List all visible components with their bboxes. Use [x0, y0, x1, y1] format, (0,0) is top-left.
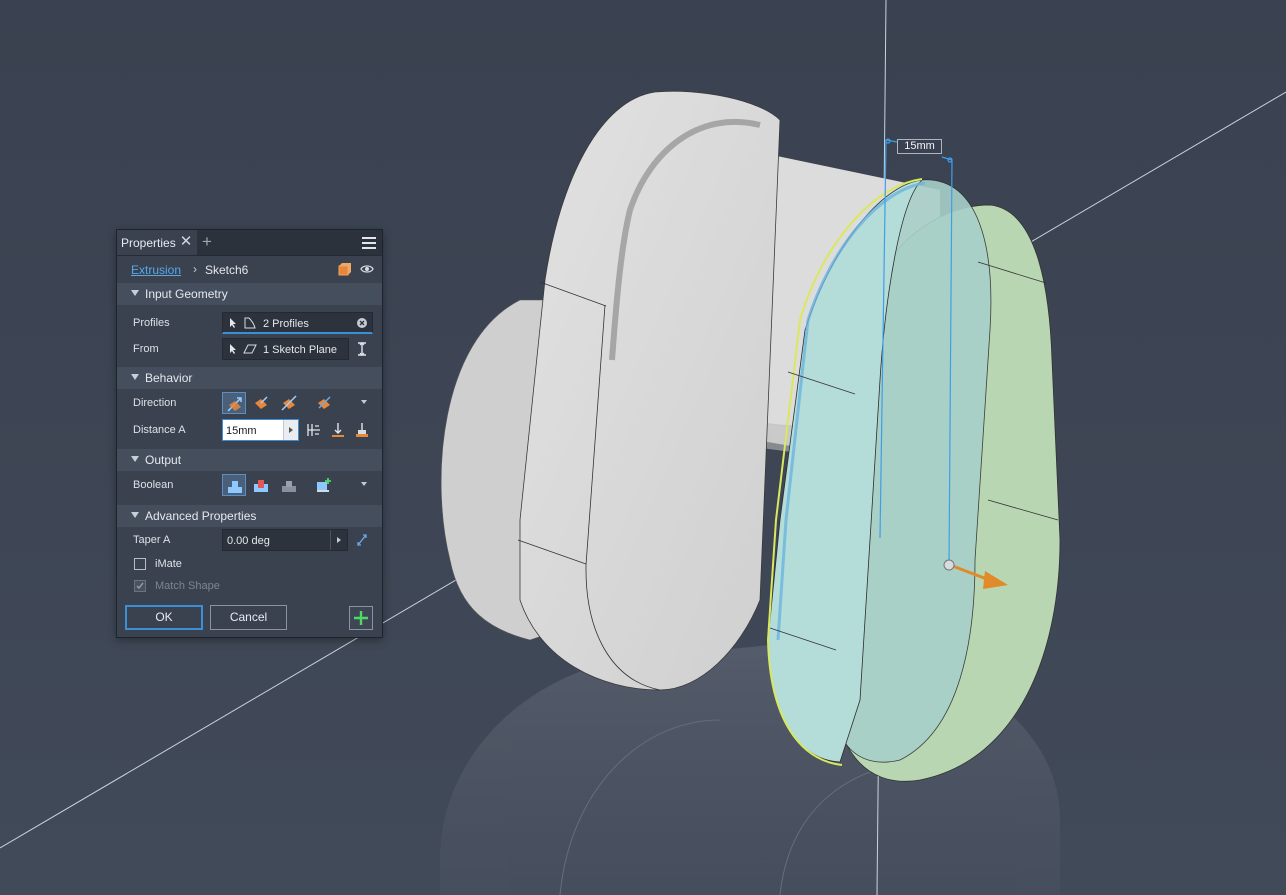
section-title: Behavior	[145, 371, 193, 385]
taper-a-arrow[interactable]	[330, 530, 347, 550]
distance-a-row: Distance A 15mm	[117, 419, 384, 443]
collapse-triangle-icon[interactable]	[131, 512, 139, 518]
clear-selection-icon[interactable]	[356, 317, 368, 329]
direction-default-button[interactable]	[222, 392, 246, 414]
imate-row: iMate	[117, 553, 384, 577]
through-all-button[interactable]	[350, 419, 374, 441]
direction-flipped-button[interactable]	[249, 392, 273, 414]
panel-tabbar: Properties ✕ +	[117, 230, 382, 256]
direction-label: Direction	[133, 397, 177, 409]
taper-a-label: Taper A	[133, 534, 171, 546]
imate-label: iMate	[155, 558, 182, 570]
add-tab-icon[interactable]: +	[202, 233, 216, 250]
dimension-label[interactable]: 15mm	[897, 139, 942, 154]
from-selector[interactable]: 1 Sketch Plane	[222, 338, 349, 360]
imate-checkbox[interactable]	[134, 558, 146, 570]
direction-symmetric-button[interactable]	[277, 392, 301, 414]
apply-and-new-button[interactable]	[349, 606, 373, 630]
direction-row: Direction	[117, 392, 384, 416]
to-extent-button[interactable]	[326, 419, 350, 441]
profiles-value: 2 Profiles	[263, 318, 309, 330]
visibility-eye-icon[interactable]	[360, 263, 374, 275]
boolean-label: Boolean	[133, 479, 174, 491]
boolean-cut-button[interactable]	[249, 474, 273, 496]
taper-a-value: 0.00 deg	[227, 535, 270, 547]
section-title: Output	[145, 453, 182, 467]
section-title: Advanced Properties	[145, 509, 257, 523]
properties-panel: Properties ✕ + Extrusion › Sketch6 Input…	[116, 229, 383, 638]
section-advanced-properties[interactable]: Advanced Properties	[117, 505, 382, 527]
section-input-geometry[interactable]: Input Geometry	[117, 283, 382, 305]
chevron-down-icon[interactable]	[361, 400, 367, 404]
ok-button[interactable]: OK	[125, 605, 203, 630]
select-cursor-icon	[230, 318, 236, 328]
from-value: 1 Sketch Plane	[263, 344, 337, 356]
boolean-new-solid-button[interactable]	[312, 474, 336, 496]
flip-taper-icon[interactable]	[355, 532, 369, 548]
taper-a-input[interactable]: 0.00 deg	[222, 529, 348, 551]
breadcrumb-feature-link[interactable]: Extrusion	[131, 263, 181, 277]
match-shape-checkbox	[134, 580, 146, 592]
distance-a-value: 15mm	[226, 425, 257, 437]
profiles-label: Profiles	[133, 317, 170, 329]
tab-title: Properties	[121, 235, 176, 250]
boolean-row: Boolean	[117, 474, 384, 498]
close-icon[interactable]: ✕	[179, 234, 193, 249]
distance-a-arrow[interactable]	[283, 420, 298, 440]
match-shape-row: Match Shape	[117, 575, 384, 599]
cancel-button[interactable]: Cancel	[210, 605, 287, 630]
breadcrumb-sketch: Sketch6	[205, 263, 249, 277]
match-shape-label: Match Shape	[155, 580, 220, 592]
distance-extent-button[interactable]	[302, 419, 326, 441]
breadcrumb-separator: ›	[193, 262, 197, 276]
chevron-down-icon[interactable]	[361, 482, 367, 486]
taper-a-row: Taper A 0.00 deg	[117, 529, 384, 553]
distance-a-label: Distance A	[133, 424, 186, 436]
breadcrumb: Extrusion › Sketch6	[117, 256, 382, 283]
boolean-join-button[interactable]	[222, 474, 246, 496]
flip-direction-icon[interactable]	[355, 341, 369, 357]
profile-icon	[244, 317, 256, 329]
direction-asymmetric-button[interactable]	[312, 392, 336, 414]
select-cursor-icon	[230, 344, 236, 354]
collapse-triangle-icon[interactable]	[131, 290, 139, 296]
profiles-row: Profiles 2 Profiles	[117, 312, 384, 336]
collapse-triangle-icon[interactable]	[131, 374, 139, 380]
hamburger-menu-icon[interactable]	[362, 237, 376, 249]
collapse-triangle-icon[interactable]	[131, 456, 139, 462]
plus-icon	[354, 611, 368, 625]
from-label: From	[133, 343, 159, 355]
section-behavior[interactable]: Behavior	[117, 367, 382, 389]
distance-a-input[interactable]: 15mm	[222, 419, 299, 441]
from-row: From 1 Sketch Plane	[117, 338, 384, 362]
section-output[interactable]: Output	[117, 449, 382, 471]
preview-cube-icon[interactable]	[338, 262, 352, 276]
boolean-intersect-button[interactable]	[277, 474, 301, 496]
sketch-plane-icon	[243, 344, 257, 354]
section-title: Input Geometry	[145, 287, 228, 301]
profiles-selector[interactable]: 2 Profiles	[222, 312, 373, 334]
